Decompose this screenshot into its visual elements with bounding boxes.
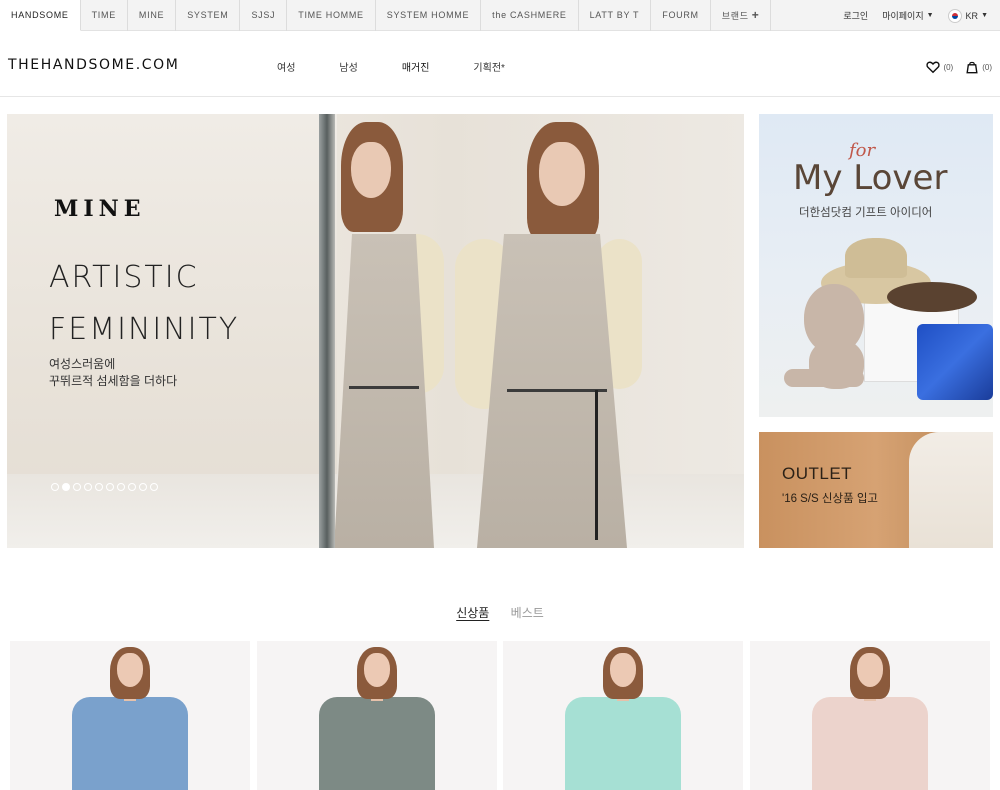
shopping-bag-icon[interactable] xyxy=(965,60,979,74)
brand-tab-the-cashmere[interactable]: the CASHMERE xyxy=(481,0,579,31)
slider-dot[interactable] xyxy=(128,483,136,491)
cart-count: (0) xyxy=(982,62,992,72)
scarf-image xyxy=(917,324,993,400)
brown-hat-image xyxy=(887,282,977,312)
wishlist-count: (0) xyxy=(943,62,954,72)
mypage-label: 마이페이지 xyxy=(882,11,924,21)
login-link[interactable]: 로그인 xyxy=(843,9,868,22)
language-dropdown[interactable]: KR ▼ xyxy=(947,8,988,23)
straw-hat-image xyxy=(845,238,907,278)
plus-icon: + xyxy=(751,8,760,22)
site-logo[interactable]: THEHANDSOME.COM xyxy=(8,57,179,73)
slider-dot[interactable] xyxy=(51,483,59,491)
product-card[interactable] xyxy=(503,641,743,790)
outlet-model-image xyxy=(909,432,993,548)
slider-dot[interactable] xyxy=(139,483,147,491)
hero-brand-name: MINE xyxy=(54,196,146,222)
slider-dot[interactable] xyxy=(117,483,125,491)
brand-more-label: 브랜드 xyxy=(721,11,749,21)
nav-magazine[interactable]: 매거진 xyxy=(402,59,430,74)
brand-tabs: HANDSOME TIME MINE SYSTEM SJSJ TIME HOMM… xyxy=(0,0,772,31)
heart-icon[interactable] xyxy=(926,60,941,74)
brand-tab-latt-by-t[interactable]: LATT BY T xyxy=(579,0,652,31)
caret-down-icon: ▼ xyxy=(926,12,934,19)
utility-menu: 로그인 마이페이지 ▼ KR ▼ xyxy=(829,0,988,31)
slider-dot[interactable] xyxy=(73,483,81,491)
slider-dots xyxy=(51,483,161,491)
outlet-banner[interactable]: OUTLET '16 S/S 신상품 입고 xyxy=(759,432,993,548)
mypage-dropdown[interactable]: 마이페이지 ▼ xyxy=(882,9,933,22)
product-garment-image xyxy=(318,697,435,790)
gift-banner[interactable]: for My Lover 더한섬닷컴 기프트 아이디어 xyxy=(759,114,993,417)
brand-tab-mine[interactable]: MINE xyxy=(128,0,177,31)
korea-flag-icon xyxy=(947,8,962,23)
brand-tab-system-homme[interactable]: SYSTEM HOMME xyxy=(376,0,482,31)
product-card[interactable] xyxy=(749,641,990,790)
gift-banner-title: My Lover xyxy=(793,158,948,198)
product-card[interactable] xyxy=(256,641,497,790)
product-model-face xyxy=(856,653,883,687)
tab-new-arrivals[interactable]: 신상품 xyxy=(456,604,489,621)
nav-women[interactable]: 여성 xyxy=(277,59,295,74)
brand-bar: HANDSOME TIME MINE SYSTEM SJSJ TIME HOMM… xyxy=(0,0,1000,31)
product-garment-image xyxy=(811,697,928,790)
outlet-title: OUTLET xyxy=(782,464,853,483)
slider-dot[interactable] xyxy=(95,483,103,491)
brand-tab-sjsj[interactable]: SJSJ xyxy=(240,0,288,31)
gift-banner-subtitle: 더한섬닷컴 기프트 아이디어 xyxy=(799,207,933,219)
slider-dot[interactable] xyxy=(150,483,158,491)
caret-down-icon: ▼ xyxy=(981,12,988,19)
product-model-face xyxy=(610,653,636,687)
outlet-subtitle: '16 S/S 신상품 입고 xyxy=(782,493,879,505)
tab-best[interactable]: 베스트 xyxy=(511,604,544,621)
brand-tab-time[interactable]: TIME xyxy=(81,0,128,31)
brand-tab-time-homme[interactable]: TIME HOMME xyxy=(287,0,376,31)
product-list xyxy=(10,641,1000,790)
hero-title: ARTISTIC FEMININITY xyxy=(49,260,240,347)
belt-tie xyxy=(595,390,598,540)
language-label: KR xyxy=(965,10,979,21)
nav-exhibition[interactable]: 기획전* xyxy=(473,59,505,74)
slider-dot[interactable] xyxy=(62,483,70,491)
product-tabs: 신상품 베스트 xyxy=(0,604,1000,621)
plush-toy-legs xyxy=(784,369,864,387)
product-card[interactable] xyxy=(10,641,250,790)
product-garment-image xyxy=(72,697,188,790)
slider-dot[interactable] xyxy=(106,483,114,491)
product-garment-image xyxy=(565,697,681,790)
brand-tab-system[interactable]: SYSTEM xyxy=(176,0,241,31)
brand-tab-more[interactable]: 브랜드 + xyxy=(711,0,772,31)
hero-mirror-frame xyxy=(319,114,335,548)
slider-dot[interactable] xyxy=(84,483,92,491)
hero-model xyxy=(447,114,647,548)
product-model-face xyxy=(363,653,390,687)
hero-banner[interactable]: MINE ARTISTIC FEMININITY 여성스러움에 꾸뛰르적 섬세함… xyxy=(7,114,744,548)
header-icons: (0) (0) xyxy=(926,60,992,74)
hero-subtitle: 여성스러움에 꾸뛰르적 섬세함을 더하다 xyxy=(49,357,178,388)
hero-model-reflection xyxy=(329,114,449,548)
brand-tab-fourm[interactable]: FOURM xyxy=(651,0,711,31)
main-nav: 여성 남성 매거진 기획전* xyxy=(277,59,549,74)
product-model-face xyxy=(117,653,143,687)
nav-men[interactable]: 남성 xyxy=(339,59,357,74)
brand-tab-handsome[interactable]: HANDSOME xyxy=(0,0,81,31)
site-header: THEHANDSOME.COM 여성 남성 매거진 기획전* (0) (0) xyxy=(0,32,1000,97)
